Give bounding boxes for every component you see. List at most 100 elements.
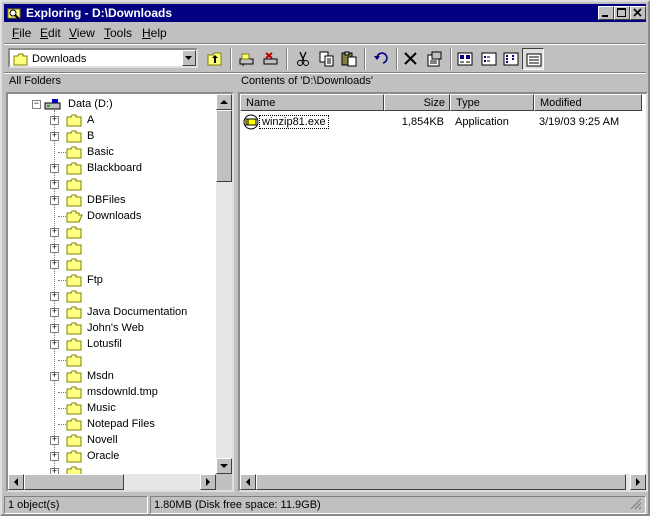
menu-help[interactable]: Help [142,26,167,40]
tree-item-folder[interactable]: + DBFiles [8,192,218,208]
tree-item-folder[interactable]: + B [8,128,218,144]
collapse-toggle[interactable]: − [32,100,41,109]
scroll-thumb[interactable] [216,110,232,182]
tree-item-folder[interactable]: + [8,240,218,256]
maximize-icon [617,8,626,17]
copy-button[interactable] [316,48,338,70]
minimize-button[interactable] [598,6,614,20]
disconnect-network-drive-button[interactable] [260,48,282,70]
menu-file[interactable]: File [12,26,31,40]
expand-toggle[interactable]: + [50,436,59,445]
expand-toggle[interactable]: + [50,308,59,317]
tree-item-folder[interactable]: + Msdn [8,368,218,384]
tree-item-folder[interactable]: + Blackboard [8,160,218,176]
folder-tree-content: − Data (D:) + A + B Basic + Blackboard + + DBFile… [8,94,218,480]
tree-item-folder[interactable]: + [8,176,218,192]
tree-vertical-scrollbar[interactable] [216,94,232,474]
close-icon [633,8,642,17]
tree-item-folder[interactable]: + [8,288,218,304]
small-icons-button[interactable] [478,48,500,70]
address-combo[interactable]: Downloads [8,48,198,68]
paste-button[interactable] [338,48,360,70]
tree-item-folder[interactable] [8,352,218,368]
properties-button[interactable] [424,48,446,70]
list-scroll-right-button[interactable] [630,474,646,490]
tree-branch-line [58,280,66,281]
minimize-icon [602,15,608,17]
column-header-size[interactable]: Size [384,94,450,111]
address-dropdown-button[interactable] [182,50,196,66]
menu-view-rest: iew [76,26,95,40]
tree-item-folder[interactable]: Downloads [8,208,218,224]
expand-toggle[interactable]: + [50,132,59,141]
title-bar[interactable]: Exploring - D:\Downloads [4,4,646,22]
menu-edit[interactable]: Edit [40,26,61,40]
expand-toggle[interactable]: + [50,180,59,189]
delete-button[interactable] [400,48,422,70]
column-header-modified[interactable]: Modified [534,94,642,111]
scroll-up-button[interactable] [216,94,232,110]
list-scroll-thumb[interactable] [256,474,626,490]
expand-toggle[interactable]: + [50,196,59,205]
file-row[interactable]: winzip81.exe 1,854KB Application 3/19/03… [240,114,640,130]
resize-grip-icon[interactable] [630,498,642,510]
scroll-down-button[interactable] [216,458,232,474]
column-header-name[interactable]: Name [240,94,384,111]
expand-toggle[interactable]: + [50,372,59,381]
expand-toggle[interactable]: + [50,116,59,125]
up-one-level-button[interactable] [204,48,226,70]
expand-toggle[interactable]: + [50,260,59,269]
tree-item-drive[interactable]: − Data (D:) [8,96,218,112]
tree-horizontal-scrollbar[interactable] [8,474,216,490]
folder-icon [66,418,82,431]
tree-item-folder[interactable]: + Lotusfil [8,336,218,352]
file-list[interactable]: Name Size Type Modified winzip81.exe 1,8… [238,92,648,492]
list-horizontal-scrollbar[interactable] [240,474,646,490]
tree-item-folder[interactable]: + [8,256,218,272]
menu-tools[interactable]: Tools [104,26,132,40]
scroll-right-button[interactable] [200,474,216,490]
menu-view[interactable]: View [69,26,95,40]
tree-item-folder[interactable]: Ftp [8,272,218,288]
tree-item-folder[interactable]: + John's Web [8,320,218,336]
tree-item-folder[interactable]: msdownld.tmp [8,384,218,400]
address-value: Downloads [32,53,87,65]
column-header-type[interactable]: Type [450,94,534,111]
tree-item-folder[interactable]: + A [8,112,218,128]
tree-item-folder[interactable]: + Oracle [8,448,218,464]
tree-item-folder[interactable]: + Java Documentation [8,304,218,320]
details-view-button[interactable] [522,48,544,70]
map-drive-icon [239,53,254,66]
tree-item-folder[interactable]: Basic [8,144,218,160]
expand-toggle[interactable]: + [50,340,59,349]
scroll-left-button[interactable] [8,474,24,490]
expand-toggle[interactable]: + [50,324,59,333]
tree-item-folder[interactable]: Notepad Files [8,416,218,432]
toolbar-separator [230,48,232,70]
maximize-button[interactable] [614,6,630,20]
list-scroll-left-button[interactable] [240,474,256,490]
close-button[interactable] [630,6,646,20]
tree-item-folder[interactable]: + Novell [8,432,218,448]
expand-toggle[interactable]: + [50,244,59,253]
column-modified-label: Modified [540,97,582,109]
scissors-icon [297,51,309,66]
tree-branch-line [58,360,66,361]
scroll-thumb-horizontal[interactable] [24,474,124,490]
cut-button[interactable] [292,48,314,70]
undo-icon [374,52,388,64]
details-view-icon [526,53,542,67]
list-view-button[interactable] [500,48,522,70]
folder-icon [66,226,82,239]
menu-file-rest: ile [19,26,32,40]
expand-toggle[interactable]: + [50,228,59,237]
map-network-drive-button[interactable] [236,48,258,70]
expand-toggle[interactable]: + [50,452,59,461]
expand-toggle[interactable]: + [50,164,59,173]
expand-toggle[interactable]: + [50,292,59,301]
tree-item-folder[interactable]: + [8,224,218,240]
tree-item-folder[interactable]: Music [8,400,218,416]
undo-button[interactable] [370,48,392,70]
large-icons-button[interactable] [454,48,476,70]
folder-tree[interactable]: − Data (D:) + A + B Basic + Blackboard + + DBFile… [6,92,234,492]
